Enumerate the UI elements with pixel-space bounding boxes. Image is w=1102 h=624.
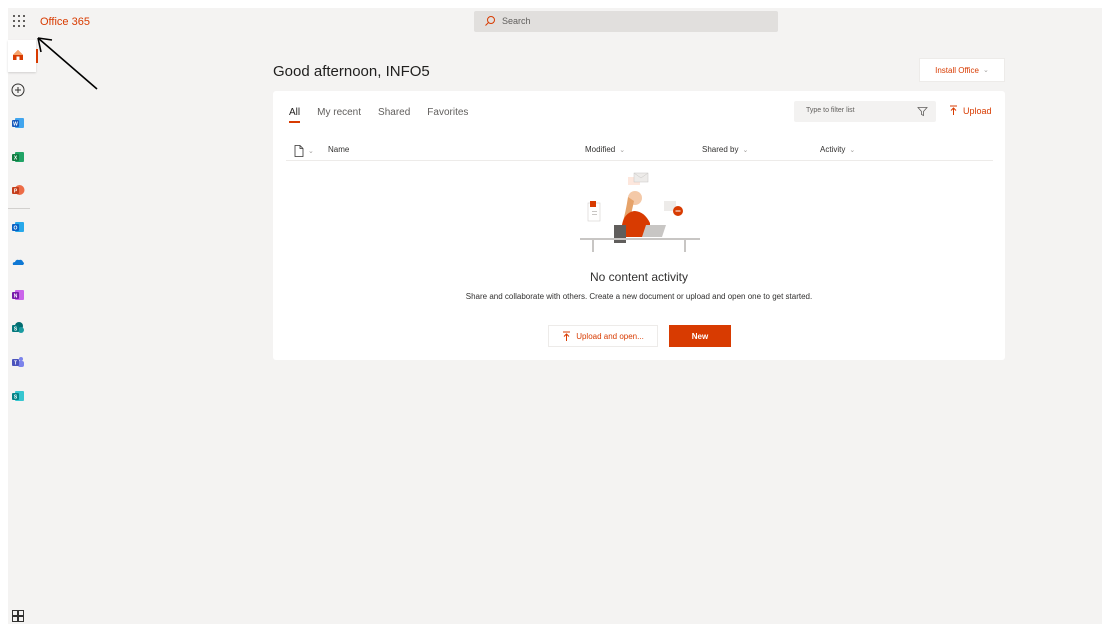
tab-all[interactable]: All xyxy=(289,107,301,123)
sway-icon[interactable]: S xyxy=(11,389,25,403)
filter-placeholder: Type to filter list xyxy=(806,107,855,114)
empty-state-illustration xyxy=(580,172,700,252)
search-icon xyxy=(485,16,495,26)
pointer-arrow-annotation xyxy=(37,37,98,90)
file-icon xyxy=(294,145,304,157)
column-name[interactable]: Name xyxy=(328,145,349,154)
sharepoint-icon[interactable]: S xyxy=(11,321,25,335)
column-file-type[interactable]: ⌄ xyxy=(294,145,314,157)
upload-icon xyxy=(950,105,957,115)
svg-text:N: N xyxy=(14,294,18,300)
column-activity-label: Activity xyxy=(820,145,846,154)
onenote-icon[interactable]: N xyxy=(11,288,25,302)
onedrive-icon[interactable] xyxy=(11,255,25,269)
upload-and-open-label: Upload and open... xyxy=(576,331,644,341)
documents-card: All My recent Shared Favorites Type to f… xyxy=(273,91,1005,360)
svg-text:O: O xyxy=(14,226,18,232)
upload-button[interactable]: Upload xyxy=(949,105,992,116)
new-label: New xyxy=(691,331,709,341)
filter-icon[interactable] xyxy=(917,106,928,117)
search-placeholder: Search xyxy=(502,16,531,26)
chevron-down-icon: ⌄ xyxy=(308,148,314,155)
column-activity[interactable]: Activity ⌄ xyxy=(820,145,855,154)
home-icon[interactable] xyxy=(11,48,25,62)
install-office-button[interactable]: Install Office ⌄ xyxy=(919,58,1005,82)
empty-state-description: Share and collaborate with others. Creat… xyxy=(465,292,813,301)
svg-text:T: T xyxy=(14,361,17,367)
rail-separator xyxy=(8,208,30,209)
column-name-label: Name xyxy=(328,145,350,154)
app-launcher-icon[interactable] xyxy=(13,15,25,27)
table-header-divider xyxy=(286,160,993,161)
new-button[interactable]: New xyxy=(669,325,731,347)
document-tabs: All My recent Shared Favorites xyxy=(289,107,485,123)
upload-and-open-button[interactable]: Upload and open... xyxy=(548,325,658,347)
brand-title[interactable]: Office 365 xyxy=(40,16,90,28)
tab-shared[interactable]: Shared xyxy=(378,107,410,118)
all-apps-icon[interactable] xyxy=(11,609,25,623)
outlook-icon[interactable]: O xyxy=(11,220,25,234)
empty-state-title: No content activity xyxy=(589,270,689,284)
chevron-down-icon: ⌄ xyxy=(742,146,749,154)
upload-icon xyxy=(563,331,571,341)
chevron-down-icon: ⌄ xyxy=(849,146,856,154)
install-office-label: Install Office xyxy=(935,65,979,75)
chevron-down-icon: ⌄ xyxy=(619,146,626,154)
svg-text:W: W xyxy=(13,122,18,128)
filter-input[interactable]: Type to filter list xyxy=(794,101,936,122)
column-shared-by-label: Shared by xyxy=(702,145,739,154)
search-box[interactable]: Search xyxy=(474,11,778,32)
excel-icon[interactable]: X xyxy=(11,150,25,164)
teams-icon[interactable]: T xyxy=(11,355,25,369)
greeting-title: Good afternoon, INFO5 xyxy=(273,63,430,80)
word-icon[interactable]: W xyxy=(11,116,25,130)
tab-favorites[interactable]: Favorites xyxy=(427,107,468,118)
column-modified[interactable]: Modified ⌄ xyxy=(585,145,625,154)
upload-label: Upload xyxy=(963,105,992,116)
create-icon[interactable] xyxy=(11,83,25,97)
column-modified-label: Modified xyxy=(585,145,616,154)
column-shared-by[interactable]: Shared by ⌄ xyxy=(702,145,748,154)
powerpoint-icon[interactable]: P xyxy=(11,183,25,197)
chevron-down-icon: ⌄ xyxy=(983,67,989,74)
tab-my-recent[interactable]: My recent xyxy=(317,107,361,118)
